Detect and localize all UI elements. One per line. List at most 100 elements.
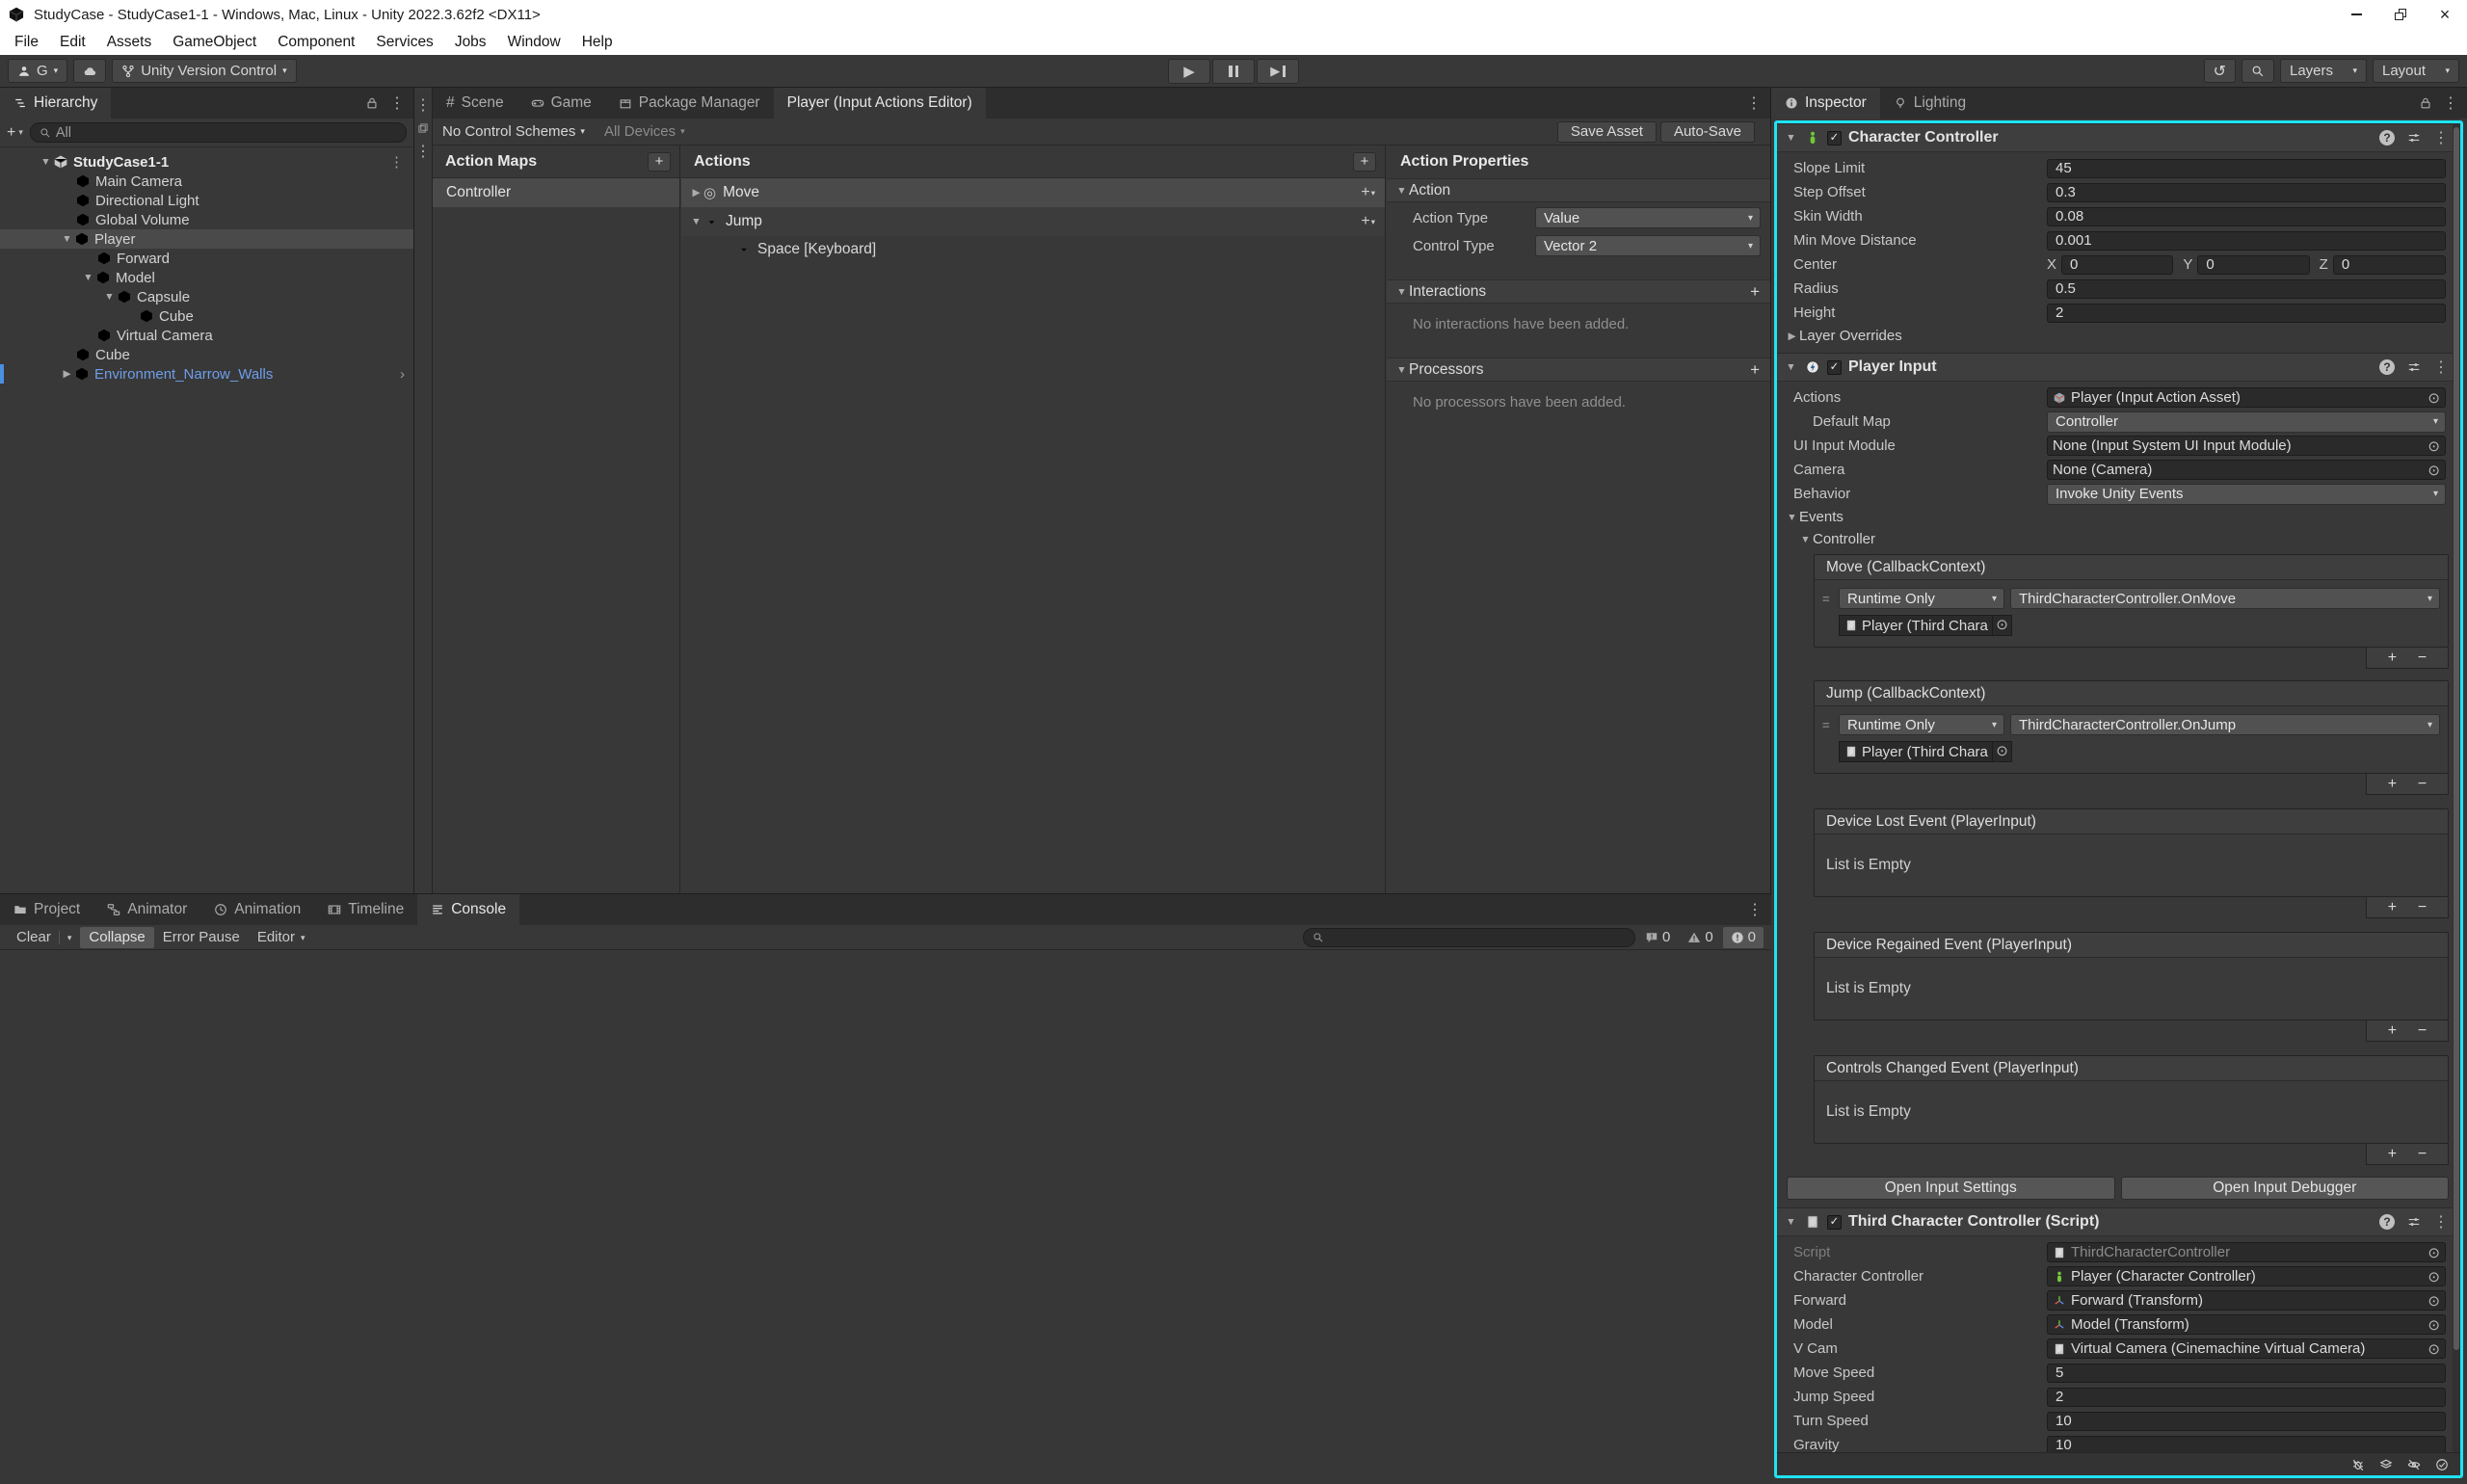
events-controller-foldout[interactable]: ▼ Controller — [1777, 528, 2460, 550]
event-target-field[interactable]: Player (Third Chara ⊙ — [1839, 615, 2012, 636]
menu-assets[interactable]: Assets — [96, 34, 163, 51]
lock-icon[interactable] — [2419, 96, 2432, 110]
model-field[interactable]: Model (Transform) ⊙ — [2047, 1314, 2446, 1335]
tab-input-actions-editor[interactable]: Player (Input Actions Editor) — [774, 88, 986, 119]
open-input-settings-button[interactable]: Open Input Settings — [1787, 1177, 2115, 1200]
tree-item-capsule[interactable]: ▼ Capsule — [0, 287, 413, 306]
add-event-button[interactable]: + — [2388, 1022, 2397, 1040]
object-picker-icon[interactable]: ⊙ — [2427, 1340, 2440, 1358]
panel-menu-icon[interactable]: ⋮ — [415, 142, 431, 161]
maximize-icon[interactable] — [417, 122, 429, 134]
all-devices-dropdown[interactable]: All Devices▾ — [604, 123, 685, 140]
foldout-open-icon[interactable]: ▼ — [60, 233, 74, 245]
foldout-open-icon[interactable]: ▼ — [1784, 361, 1798, 373]
object-picker-icon[interactable]: ⊙ — [2427, 1268, 2440, 1285]
restore-button[interactable] — [2378, 0, 2423, 29]
foldout-open-icon[interactable]: ▼ — [39, 156, 53, 168]
tab-inspector[interactable]: Inspector — [1771, 88, 1880, 119]
remove-event-button[interactable]: − — [2418, 1022, 2427, 1040]
action-row-jump[interactable]: ▼ Jump +▾ — [681, 207, 1385, 236]
error-count-toggle[interactable]: 0 — [1723, 927, 1764, 948]
tree-item-cube[interactable]: Cube — [0, 345, 413, 364]
version-control-button[interactable]: Unity Version Control ▾ — [112, 59, 296, 83]
pause-button[interactable] — [1212, 59, 1255, 84]
move-speed-field[interactable]: 5 — [2047, 1364, 2446, 1383]
drag-handle-icon[interactable]: = — [1822, 592, 1833, 606]
inspector-scrollbar[interactable] — [2453, 123, 2460, 1452]
foldout-closed-icon[interactable]: ▶ — [689, 187, 703, 199]
add-gameobject-button[interactable]: +▾ — [7, 124, 23, 142]
menu-help[interactable]: Help — [571, 34, 623, 51]
vcam-field[interactable]: Virtual Camera (Cinemachine Virtual Came… — [2047, 1338, 2446, 1359]
enabled-checkbox[interactable]: ✓ — [1827, 360, 1842, 375]
tab-timeline[interactable]: Timeline — [314, 894, 417, 925]
tab-package-manager[interactable]: Package Manager — [605, 88, 774, 119]
foldout-open-icon[interactable]: ▼ — [689, 216, 703, 227]
behavior-dropdown[interactable]: Invoke Unity Events ▾ — [2047, 484, 2446, 505]
cloud-button[interactable] — [73, 59, 106, 83]
section-action[interactable]: ▼ Action — [1387, 178, 1770, 202]
event-state-dropdown[interactable]: Runtime Only ▾ — [1839, 714, 2004, 735]
scene-menu-icon[interactable]: ⋮ — [389, 153, 413, 171]
jump-speed-field[interactable]: 2 — [2047, 1388, 2446, 1407]
actions-object-field[interactable]: Player (Input Action Asset) ⊙ — [2047, 387, 2446, 408]
events-foldout[interactable]: ▼ Events — [1777, 506, 2460, 528]
script-object-field[interactable]: ThirdCharacterController ⊙ — [2047, 1242, 2446, 1262]
panel-menu-icon[interactable]: ⋮ — [1747, 900, 1763, 919]
debugger-disabled-icon[interactable] — [2351, 1458, 2365, 1471]
radius-field[interactable]: 0.5 — [2047, 279, 2446, 299]
add-event-button[interactable]: + — [2388, 649, 2397, 667]
open-input-debugger-button[interactable]: Open Input Debugger — [2121, 1177, 2450, 1200]
event-target-field[interactable]: Player (Third Chara ⊙ — [1839, 741, 2012, 762]
foldout-open-icon[interactable]: ▼ — [1784, 1216, 1798, 1228]
add-processor-button[interactable]: + — [1750, 360, 1760, 380]
third-character-controller-header[interactable]: ▼ ✓ Third Character Controller (Script) … — [1777, 1207, 2460, 1236]
drag-handle-icon[interactable]: = — [1822, 718, 1833, 732]
enabled-checkbox[interactable]: ✓ — [1827, 131, 1842, 146]
menu-gameobject[interactable]: GameObject — [162, 34, 267, 51]
object-picker-icon[interactable]: ⊙ — [1992, 616, 2011, 635]
tree-item-main-camera[interactable]: Main Camera — [0, 172, 413, 191]
help-icon[interactable]: ? — [2379, 130, 2395, 146]
step-offset-field[interactable]: 0.3 — [2047, 183, 2446, 202]
object-picker-icon[interactable]: ⊙ — [2427, 437, 2440, 455]
menu-services[interactable]: Services — [365, 34, 443, 51]
tab-animation[interactable]: Animation — [200, 894, 314, 925]
tab-project[interactable]: Project — [0, 894, 93, 925]
auto-save-toggle[interactable]: Auto-Save — [1660, 121, 1755, 143]
section-processors[interactable]: ▼ Processors + — [1387, 358, 1770, 382]
preset-icon[interactable] — [2407, 1215, 2421, 1229]
object-picker-icon[interactable]: ⊙ — [2427, 1316, 2440, 1334]
save-asset-button[interactable]: Save Asset — [1557, 121, 1657, 143]
warning-count-toggle[interactable]: 0 — [1680, 927, 1720, 948]
turn-speed-field[interactable]: 10 — [2047, 1412, 2446, 1431]
min-move-distance-field[interactable]: 0.001 — [2047, 231, 2446, 251]
player-input-header[interactable]: ▼ ✓ Player Input ? ⋮ — [1777, 353, 2460, 382]
panel-menu-icon[interactable]: ⋮ — [2443, 93, 2458, 113]
panel-menu-icon[interactable]: ⋮ — [389, 93, 405, 113]
foldout-open-icon[interactable]: ▼ — [1784, 132, 1798, 144]
center-y-field[interactable]: 0 — [2197, 255, 2309, 275]
account-button[interactable]: G ▾ — [8, 59, 67, 83]
layers-dropdown[interactable]: Layers▾ — [2280, 59, 2367, 83]
object-picker-icon[interactable]: ⊙ — [2427, 1292, 2440, 1310]
menu-edit[interactable]: Edit — [49, 34, 96, 51]
foldout-closed-icon[interactable]: ▶ — [60, 368, 74, 380]
tree-item-forward[interactable]: Forward — [0, 249, 413, 268]
tree-item-global-volume[interactable]: Global Volume — [0, 210, 413, 229]
tab-game[interactable]: Game — [517, 88, 605, 119]
status-ok-icon[interactable] — [2435, 1458, 2449, 1471]
panel-menu-icon[interactable]: ⋮ — [1746, 93, 1762, 113]
tab-animator[interactable]: Animator — [93, 894, 200, 925]
preset-icon[interactable] — [2407, 360, 2421, 374]
tab-hierarchy[interactable]: Hierarchy — [0, 88, 111, 119]
add-binding-button[interactable]: +▾ — [1361, 184, 1375, 201]
action-map-controller[interactable]: Controller — [433, 178, 679, 207]
section-interactions[interactable]: ▼ Interactions + — [1387, 279, 1770, 304]
character-controller-ref-field[interactable]: Player (Character Controller) ⊙ — [2047, 1266, 2446, 1286]
center-x-field[interactable]: 0 — [2061, 255, 2173, 275]
dropdown-arrow-icon[interactable]: ▾ — [67, 927, 72, 948]
forward-field[interactable]: Forward (Transform) ⊙ — [2047, 1290, 2446, 1311]
prefab-open-chevron-icon[interactable]: › — [400, 366, 413, 383]
foldout-open-icon[interactable]: ▼ — [81, 272, 95, 283]
